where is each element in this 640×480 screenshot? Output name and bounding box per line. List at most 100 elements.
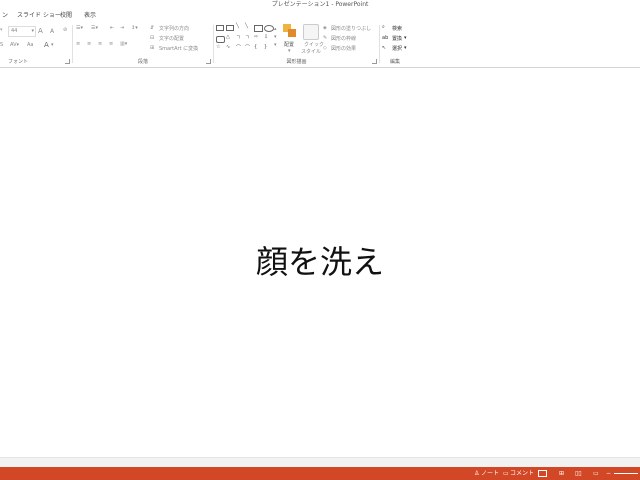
paragraph-group-label: 段落 [137,59,148,65]
line-spacing-icon[interactable]: ↕▾ [131,25,138,31]
align-text-icon[interactable]: ⊟ [150,35,154,41]
strikethrough-icon[interactable]: S [0,42,3,48]
zoom-slider[interactable] [614,473,638,474]
align-text-button[interactable]: 文字の配置 [159,35,184,42]
chevron-down-icon[interactable]: ▾ [51,42,54,48]
shrink-font-button[interactable]: A [50,28,54,35]
tab-slide-show[interactable]: スライド ショー [17,10,61,21]
chevron-down-icon[interactable]: ▾ [404,35,407,41]
gallery-scroll-up-icon[interactable]: ▴ [274,26,277,32]
align-left-icon[interactable]: ≡ [76,41,80,47]
text-direction-button[interactable]: 文字列の方向 [159,25,189,32]
cursor-icon[interactable]: ↖ [382,45,386,51]
ribbon-tabs: ン スライド ショー 校閲 表示 [0,9,640,22]
oval-shape-icon[interactable] [264,25,274,32]
gallery-scroll-down-icon[interactable]: ▾ [274,34,277,40]
star-shape-icon[interactable]: ☆ [216,44,220,50]
align-right-icon[interactable]: ≡ [98,41,102,47]
shape-effects-button[interactable]: 図形の効果 [331,45,356,52]
notes-icon[interactable]: ♙ [474,467,479,480]
grow-font-button[interactable]: A [38,27,43,35]
comment-icon[interactable]: ▭ [503,467,509,480]
gallery-more-icon[interactable]: ▾ [274,42,277,48]
shape-fill-button[interactable]: 図形の塗りつぶし [331,25,371,32]
effects-icon[interactable]: ◇ [323,45,327,51]
chevron-down-icon: ▾ [288,48,291,54]
line-shape-icon[interactable]: ╲ [245,23,248,29]
vertical-textbox-shape-icon[interactable] [226,25,234,31]
chevron-down-icon[interactable]: ▾ [404,45,407,51]
tab-review[interactable]: 校閲 [60,10,72,21]
tab-view[interactable]: 表示 [84,10,96,21]
editing-group: ⌕ 検索 ab 置換 ▾ ↖ 選択 ▾ 編集 [380,22,420,66]
pen-icon[interactable]: ✎ [323,35,327,41]
slideshow-icon[interactable]: ▭ [593,467,599,480]
replace-button[interactable]: 置換 [392,35,402,42]
bullets-icon[interactable]: ☰▾ [76,25,83,31]
font-group: ▾ 44 ▾ A A ⊘ S AV▾ Aa A ▾ フォント [0,22,72,66]
align-center-icon[interactable]: ≡ [87,41,91,47]
editing-group-label: 編集 [390,59,401,65]
change-case-button[interactable]: Aa [27,42,33,48]
window-title: プレゼンテーション1 - PowerPoint [0,0,640,9]
comments-button[interactable]: コメント [510,467,534,480]
chevron-down-icon: ▾ [31,28,34,34]
curve-shape-icon[interactable]: ⌒ [245,44,250,51]
shape-outline-button[interactable]: 図形の枠線 [331,35,356,42]
binoculars-icon[interactable]: ⌕ [382,24,385,30]
status-bar: ♙ ノート ▭ コメント ⊞ ▯▯ ▭ − [0,467,640,480]
select-button[interactable]: 選択 [392,45,402,52]
ribbon: ▾ 44 ▾ A A ⊘ S AV▾ Aa A ▾ フォント ☰▾ ☰▾ ⇤ ⇥… [0,22,640,68]
columns-icon[interactable]: ▥▾ [120,41,127,47]
drawing-group: ╲ ╲ △ ㄱ ㄱ ⇨ ⇩ ☆ ∿ ⌒ ⌒ { } ▴ ▾ ▾ 配置 ▾ クイッ… [214,22,379,66]
find-button[interactable]: 検索 [392,25,402,32]
tab-animations[interactable]: ン [2,10,8,21]
arrange-icon[interactable] [283,24,297,38]
font-name-dropdown-edge[interactable]: ▾ [0,27,3,33]
font-dialog-launcher-icon[interactable] [65,59,70,64]
decrease-indent-icon[interactable]: ⇤ [110,25,114,31]
arrange-button[interactable]: 配置 [284,41,294,48]
shapes-gallery[interactable]: ╲ ╲ △ ㄱ ㄱ ⇨ ⇩ ☆ ∿ ⌒ ⌒ { } [215,23,275,54]
font-group-label: フォント [8,59,29,65]
text-direction-icon[interactable]: ⇵ [150,25,154,31]
paint-bucket-icon[interactable]: ◈ [323,25,327,31]
triangle-shape-icon[interactable]: △ [226,34,230,40]
numbering-icon[interactable]: ☰▾ [91,25,98,31]
increase-indent-icon[interactable]: ⇥ [120,25,124,31]
arrow-shape-icon[interactable]: ⇩ [264,34,268,40]
replace-icon[interactable]: ab [382,35,388,41]
character-spacing-icon[interactable]: AV▾ [10,42,19,48]
smartart-icon[interactable]: ⊞ [150,45,154,51]
rounded-rectangle-shape-icon[interactable] [216,36,225,43]
zoom-out-button[interactable]: − [606,467,611,480]
paragraph-group: ☰▾ ☰▾ ⇤ ⇥ ↕▾ ≡ ≡ ≡ ≡ ▥▾ ⇵ 文字列の方向 ⊟ 文字の配置… [73,22,213,66]
notes-button[interactable]: ノート [481,467,499,480]
quick-styles-icon[interactable] [303,24,319,40]
brace-shape-icon[interactable]: { [254,44,257,50]
normal-view-icon[interactable] [538,470,547,477]
rectangle-shape-icon[interactable] [254,25,263,32]
connector-shape-icon[interactable]: ㄱ [236,34,241,41]
line-shape-icon[interactable]: ╲ [236,23,239,29]
arrow-shape-icon[interactable]: ⇨ [254,34,258,40]
brace-shape-icon[interactable]: } [264,44,267,50]
font-size-value: 44 [11,28,18,34]
smartart-button[interactable]: SmartArt に変換 [159,45,198,52]
quick-styles-label-1[interactable]: クイック [304,41,324,48]
curve-shape-icon[interactable]: ∿ [226,44,230,50]
textbox-shape-icon[interactable] [216,25,224,31]
connector-shape-icon[interactable]: ㄱ [245,34,250,41]
quick-styles-label-2[interactable]: スタイル [301,48,321,55]
slide-sorter-icon[interactable]: ⊞ [559,467,564,480]
justify-icon[interactable]: ≡ [109,41,113,47]
slide-title-text[interactable]: 顔を洗え [0,237,640,283]
curve-shape-icon[interactable]: ⌒ [236,44,241,51]
clear-format-icon[interactable]: ⊘ [63,27,67,33]
drawing-group-label: 図形描画 [286,59,307,65]
font-color-button[interactable]: A [44,41,49,49]
drawing-dialog-launcher-icon[interactable] [372,59,377,64]
paragraph-dialog-launcher-icon[interactable] [206,59,211,64]
font-size-box[interactable]: 44 ▾ [8,26,36,37]
reading-view-icon[interactable]: ▯▯ [575,467,582,480]
